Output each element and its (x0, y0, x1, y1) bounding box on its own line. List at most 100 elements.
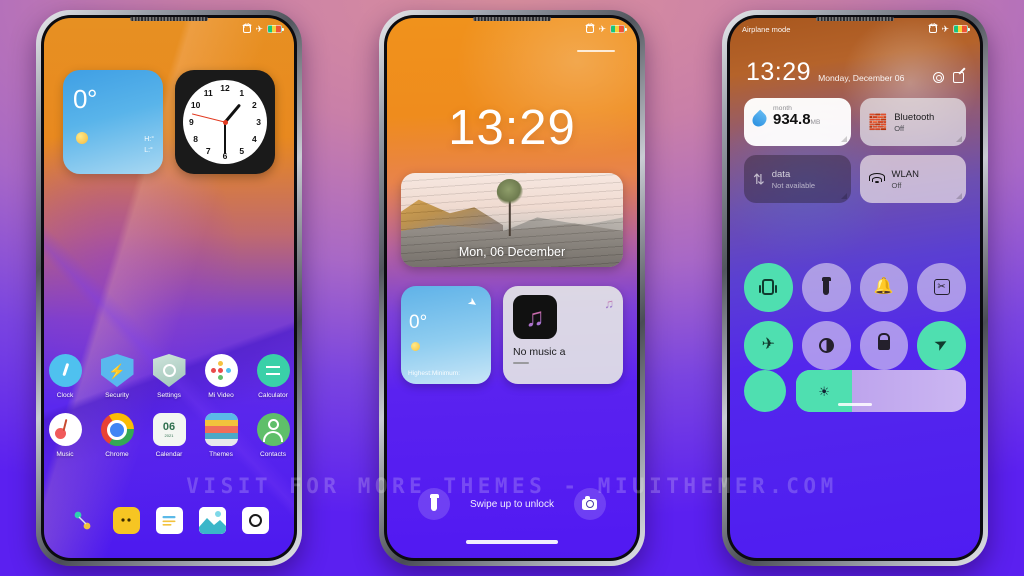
phone-device-control-center: Airplane mode ✈ 13:29 Monday, December 0… (722, 10, 988, 566)
app-contacts[interactable]: Contacts (253, 413, 294, 458)
status-bar: ✈ (44, 18, 294, 40)
gallery-icon[interactable] (198, 507, 226, 534)
card-resize-corner (840, 136, 847, 142)
mobile-data-card[interactable]: ⇅ data Not available (744, 155, 851, 203)
status-bar: ✈ (387, 18, 637, 40)
location-arrow-icon: ➤ (464, 295, 480, 311)
themes-icon (204, 413, 238, 446)
control-center-date: Monday, December 06 (818, 73, 905, 83)
app-label: Themes (209, 451, 233, 458)
app-label: Mi Video (208, 392, 234, 399)
app-security[interactable]: ⚡ Security (97, 354, 138, 399)
weather-widget[interactable]: 0° H:° L:° (63, 70, 163, 174)
phone-bezel: ✈ 0° H:° L:° 12 1 2 3 4 5 6 7 8 9 10 11 … (41, 15, 297, 561)
control-center-header: 13:29 Monday, December 06 (746, 60, 964, 85)
weather-temperature: 0° (73, 84, 97, 114)
panel-handle[interactable] (838, 403, 872, 406)
clock-number-8: 8 (193, 133, 198, 144)
app-chrome[interactable]: Chrome (97, 413, 138, 458)
app-label: Chrome (105, 451, 129, 458)
bluetooth-icon: 🧱 (868, 113, 888, 131)
edit-icon[interactable] (953, 72, 964, 83)
clock-number-4: 4 (252, 133, 257, 144)
weather-high-low: H:° L:° (144, 134, 154, 156)
music-note-badge-icon: ♫ (604, 296, 614, 311)
clock-number-5: 5 (239, 146, 245, 157)
wlan-card[interactable]: WLAN Off (859, 155, 966, 203)
app-themes[interactable]: Themes (201, 413, 242, 458)
alarm-icon (929, 25, 938, 33)
photo-widget[interactable]: Mon, 06 December (401, 173, 623, 267)
location-toggle[interactable]: ➤ (917, 320, 966, 370)
app-clock[interactable]: Clock (45, 354, 86, 399)
gear-icon[interactable] (933, 72, 944, 83)
dark-mode-toggle[interactable] (801, 320, 851, 370)
app-settings[interactable]: Settings (149, 354, 190, 399)
control-center-time: 13:29 (746, 58, 812, 86)
app-label: Contacts (259, 451, 287, 458)
lock-widget-row: ➤ 0° Highest:Minimum: ♫ ♫ No music a (401, 286, 623, 384)
app-music[interactable]: Music (45, 413, 86, 458)
flashlight-button[interactable] (418, 488, 451, 520)
vibrate-toggle[interactable] (744, 263, 793, 312)
header-actions (933, 72, 964, 85)
dnd-toggle[interactable]: 🔔 (859, 263, 909, 312)
flashlight-toggle[interactable] (801, 263, 851, 312)
battery-icon (610, 25, 627, 33)
messages-icon[interactable] (112, 507, 140, 534)
weather-widget[interactable]: ➤ 0° Highest:Minimum: (401, 286, 491, 384)
mobile-data-title: data (771, 168, 791, 180)
notes-icon[interactable] (155, 507, 183, 534)
screenshot-toggle[interactable] (917, 263, 966, 312)
lock-icon (877, 340, 890, 351)
gear-icon (152, 354, 186, 387)
calendar-month: 2021 (164, 433, 174, 438)
card-resize-corner (840, 193, 847, 199)
weather-detail: Highest:Minimum: (408, 370, 461, 377)
home-indicator[interactable] (466, 540, 558, 544)
lock-screen[interactable]: ✈ 13:29 Mon, 06 December ➤ 0° Highest:Mi… (387, 18, 637, 558)
card-resize-corner (956, 136, 962, 142)
airplane-toggle[interactable]: ✈ (744, 320, 793, 370)
music-widget[interactable]: ♫ ♫ No music a (503, 286, 623, 384)
extra-toggle-button[interactable] (744, 370, 786, 412)
weather-temperature: 0° (409, 312, 428, 333)
calendar-day: 06 (162, 421, 176, 433)
brightness-slider[interactable]: ☀ (796, 370, 966, 412)
music-note-icon: ♫ (525, 302, 545, 332)
calendar-icon: 06 2021 (152, 413, 186, 446)
data-usage-unit: MB (810, 119, 821, 126)
home-screen[interactable]: ✈ 0° H:° L:° 12 1 2 3 4 5 6 7 8 9 10 11 … (44, 18, 294, 558)
camera-icon[interactable] (241, 507, 269, 534)
lock-actions: Swipe up to unlock (387, 488, 637, 520)
calculator-icon (256, 354, 290, 387)
camera-button[interactable] (573, 488, 606, 520)
data-usage-card[interactable]: month 934.8MB (744, 98, 851, 146)
chrome-icon (100, 413, 134, 446)
bluetooth-card[interactable]: 🧱 Bluetooth Off (859, 98, 966, 146)
lock-toggle[interactable] (859, 320, 909, 370)
bell-icon: 🔔 (873, 278, 894, 296)
airplane-icon: ✈ (598, 23, 606, 34)
app-calendar[interactable]: 06 2021 Calendar (149, 413, 190, 458)
unlock-hint: Swipe up to unlock (470, 498, 554, 510)
clock-minute-hand (224, 122, 226, 154)
lock-clock: 13:29 (448, 101, 576, 155)
music-title: No music a (513, 346, 566, 358)
alarm-icon (586, 25, 595, 33)
app-calculator[interactable]: Calculator (253, 354, 294, 399)
app-label: Calculator (258, 392, 288, 399)
wlan-status: Off (891, 180, 902, 190)
status-bar-label: Airplane mode (742, 24, 791, 34)
control-center-screen[interactable]: Airplane mode ✈ 13:29 Monday, December 0… (730, 18, 980, 558)
clock-number-12: 12 (220, 83, 230, 94)
phone-bezel: ✈ 13:29 Mon, 06 December ➤ 0° Highest:Mi… (384, 15, 640, 561)
analog-clock-widget[interactable]: 12 1 2 3 4 5 6 7 8 9 10 11 (175, 70, 275, 174)
clock-number-11: 11 (203, 87, 213, 98)
alarm-icon (243, 25, 252, 33)
app-mi-video[interactable]: Mi Video (201, 354, 242, 399)
contrast-icon (818, 337, 834, 353)
clock-number-7: 7 (205, 146, 211, 157)
share-icon[interactable] (70, 507, 97, 534)
status-bar: Airplane mode ✈ (730, 18, 980, 40)
